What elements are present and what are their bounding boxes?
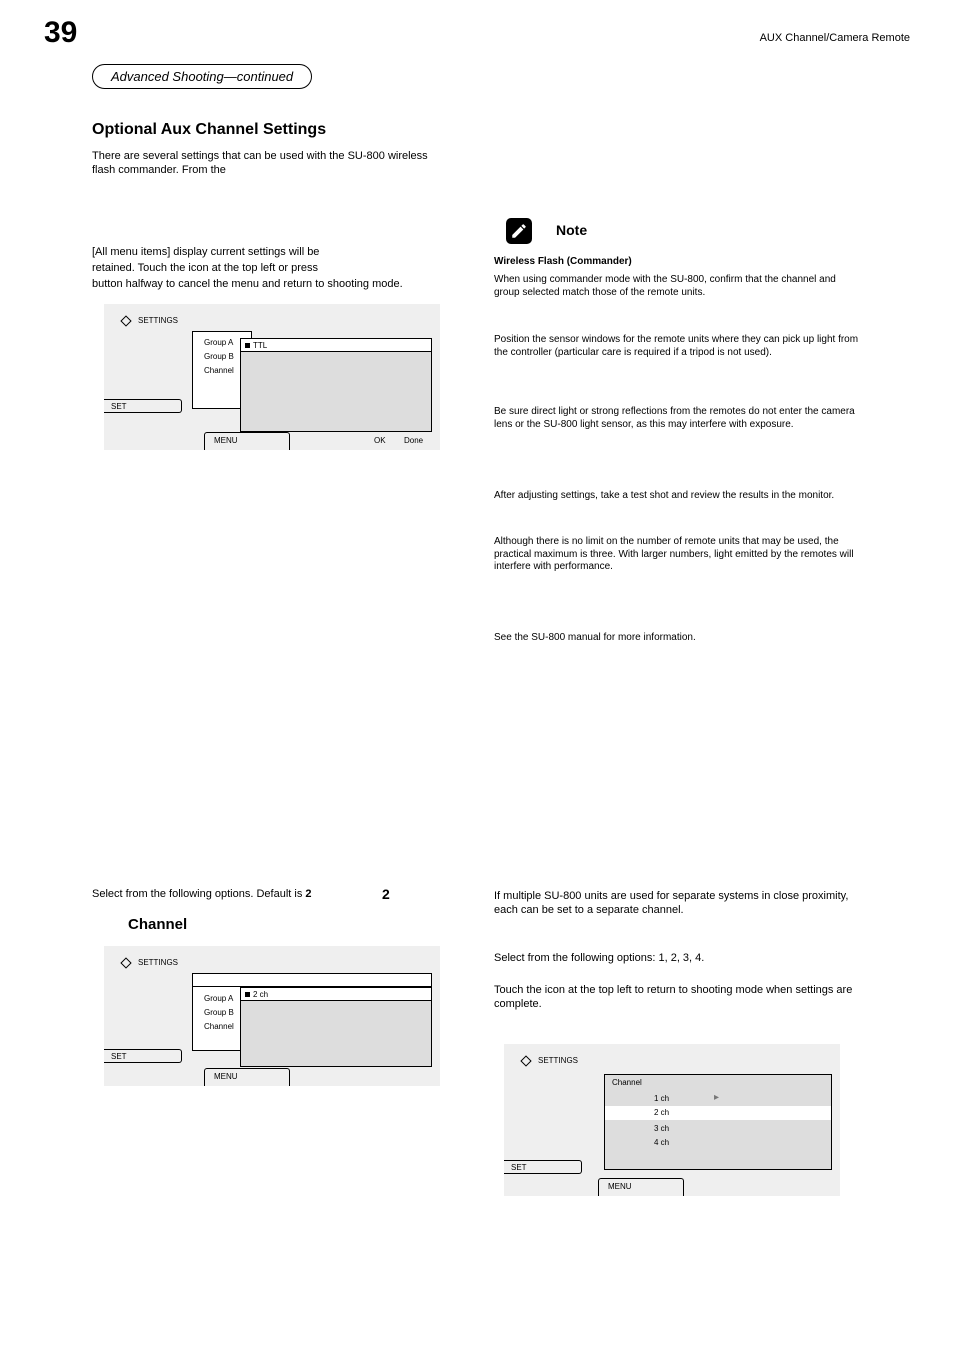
preface-text: Select from the following options. Defau… — [92, 888, 305, 900]
menu-c-tab: SETTINGS — [538, 1056, 578, 1065]
menu-b-tab: SETTINGS — [138, 958, 178, 967]
note-heading: Wireless Flash (Commander) — [494, 256, 864, 269]
left-para-2c: button halfway to cancel the menu and re… — [92, 278, 452, 292]
menu-b-submenu-header — [240, 987, 432, 1001]
menu-a-sel: TTL — [245, 341, 267, 350]
chevron-right-icon: ▸ — [714, 1092, 719, 1103]
menu-c-bottom-stub-label: MENU — [608, 1182, 632, 1191]
diamond-icon — [520, 1055, 531, 1066]
menu-b-submenu-header-outer — [192, 973, 432, 987]
menu-c-highlight — [605, 1106, 831, 1120]
note-p2: Position the sensor windows for the remo… — [494, 334, 864, 359]
pencil-icon — [510, 222, 528, 240]
note-p5: Although there is no limit on the number… — [494, 536, 864, 574]
section-callout: Advanced Shooting—continued — [92, 64, 312, 89]
menu-a-submenu-bg — [240, 338, 432, 432]
menu-c-opt1: 1 ch — [654, 1094, 669, 1103]
menu-b-sel: 2 ch — [245, 990, 268, 999]
menu-diagram-a: SETTINGS Group A Group B Channel TTL SET… — [104, 304, 440, 450]
preface-option: 2 — [305, 888, 311, 900]
page-number: 39 — [44, 14, 77, 52]
diamond-icon — [120, 315, 131, 326]
left-para-2a: [All menu items] display current setting… — [92, 246, 452, 260]
menu-a-bottom-stub-label: MENU — [214, 436, 238, 445]
menu-b-sel-label: 2 ch — [253, 990, 268, 999]
note-p4: After adjusting settings, take a test sh… — [494, 490, 864, 503]
menu-a-done: Done — [404, 436, 423, 445]
menu-diagram-c: SETTINGS Channel 1 ch ▸ 2 ch 3 ch 4 ch S… — [504, 1044, 840, 1196]
menu-c-listbox — [604, 1074, 832, 1170]
channel-option-number: 2 — [382, 886, 390, 904]
note-p1: When using commander mode with the SU-80… — [494, 274, 864, 299]
menu-b-left-stub-label: SET — [111, 1052, 127, 1061]
note-p3: Be sure direct light or strong reflectio… — [494, 406, 864, 431]
section-title: Optional Aux Channel Settings — [92, 120, 326, 140]
menu-c-left-stub-label: SET — [511, 1163, 527, 1172]
square-marker-icon — [245, 343, 250, 348]
menu-c-opt4: 4 ch — [654, 1138, 669, 1147]
menu-b-channel: Channel — [204, 1022, 234, 1031]
right-ch-p1c: Touch the icon at the top left to return… — [494, 984, 864, 1012]
note-icon — [506, 218, 532, 244]
menu-diagram-b: SETTINGS Group A Group B Channel 2 ch SE… — [104, 946, 440, 1086]
menu-b-bottom-stub-label: MENU — [214, 1072, 238, 1081]
menu-a-ok: OK — [374, 436, 386, 445]
menu-a-tab: SETTINGS — [138, 316, 178, 325]
left-para-2b: retained. Touch the icon at the top left… — [92, 262, 452, 276]
note-p6: See the SU-800 manual for more informati… — [494, 632, 864, 645]
channel-heading: Channel — [128, 916, 187, 935]
running-header: AUX Channel/Camera Remote — [720, 32, 910, 46]
menu-c-heading: Channel — [612, 1078, 642, 1087]
menu-a-left-stub-label: SET — [111, 402, 127, 411]
preface: Select from the following options. Defau… — [92, 888, 372, 902]
menu-b-group-b: Group B — [204, 1008, 234, 1017]
diamond-icon — [120, 957, 131, 968]
left-para-1: There are several settings that can be u… — [92, 150, 452, 178]
menu-a-group-a: Group A — [204, 338, 233, 347]
note-label: Note — [556, 222, 587, 238]
menu-a-submenu-header — [240, 338, 432, 352]
menu-a-channel: Channel — [204, 366, 234, 375]
menu-a-group-b: Group B — [204, 352, 234, 361]
menu-c-opt3: 3 ch — [654, 1124, 669, 1133]
right-ch-p1a: If multiple SU-800 units are used for se… — [494, 890, 864, 918]
right-ch-p1b: Select from the following options: 1, 2,… — [494, 952, 864, 966]
square-marker-icon — [245, 992, 250, 997]
menu-c-opt2: 2 ch — [654, 1108, 669, 1117]
menu-a-sel-label: TTL — [253, 341, 267, 350]
menu-b-group-a: Group A — [204, 994, 233, 1003]
